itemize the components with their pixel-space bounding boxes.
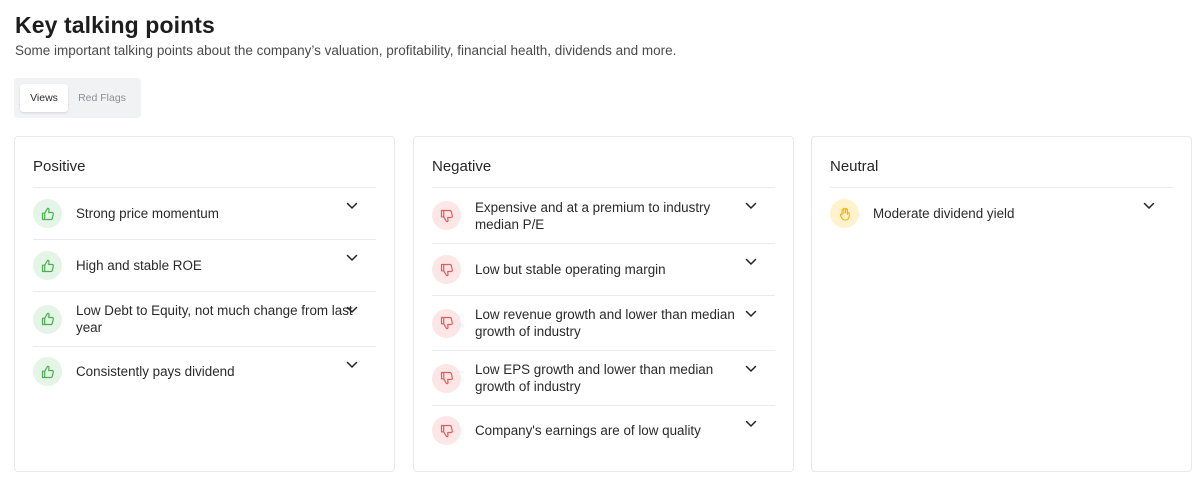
hand-neutral-icon [830,199,859,228]
neutral-card: Neutral Moderate dividend yield [811,136,1192,472]
item-label: Moderate dividend yield [873,206,1015,221]
negative-title: Negative [432,158,492,175]
list-item[interactable]: Low Debt to Equity, not much change from… [33,291,376,346]
chevron-down-icon[interactable] [1143,202,1155,210]
tab-views[interactable]: Views [20,84,68,112]
thumbs-down-icon [432,363,461,393]
thumbs-down-icon [432,201,461,230]
list-item[interactable]: Strong price momentum [33,187,376,239]
chevron-down-icon[interactable] [745,202,757,210]
list-item[interactable]: Expensive and at a premium to industry m… [432,187,775,243]
item-label: Low Debt to Equity, not much change from… [76,303,353,335]
list-item[interactable]: Low revenue growth and lower than median… [432,295,775,350]
item-label: Low revenue growth and lower than median… [475,307,735,339]
neutral-title: Neutral [830,158,879,175]
list-item[interactable]: Company's earnings are of low quality [432,405,775,455]
list-item[interactable]: Low EPS growth and lower than median gro… [432,350,775,405]
item-label: Strong price momentum [76,206,219,221]
chevron-down-icon[interactable] [346,254,358,262]
item-label: Expensive and at a premium to industry m… [475,199,711,232]
thumbs-up-icon [33,251,62,280]
thumbs-up-icon [33,304,62,334]
item-label: Low EPS growth and lower than median gro… [475,362,714,394]
thumbs-down-icon [432,308,461,338]
list-item[interactable]: Moderate dividend yield [830,187,1173,239]
list-item[interactable]: Consistently pays dividend [33,346,376,396]
thumbs-up-icon [33,199,62,228]
chevron-down-icon[interactable] [745,258,757,266]
page-title: Key talking points [15,12,215,38]
item-label: Consistently pays dividend [76,364,235,379]
item-label: Low but stable operating margin [475,262,666,277]
tab-red-flags[interactable]: Red Flags [72,84,132,112]
thumbs-down-icon [432,416,461,445]
chevron-down-icon[interactable] [346,306,358,314]
chevron-down-icon[interactable] [745,365,757,373]
view-tabs: Views Red Flags [14,78,141,118]
chevron-down-icon[interactable] [346,202,358,210]
negative-card: Negative Expensive and at a premium to i… [413,136,794,472]
page-subtitle: Some important talking points about the … [15,43,677,58]
chevron-down-icon[interactable] [745,310,757,318]
item-label: High and stable ROE [76,258,202,273]
list-item[interactable]: Low but stable operating margin [432,243,775,295]
chevron-down-icon[interactable] [745,420,757,428]
thumbs-down-icon [432,255,461,284]
chevron-down-icon[interactable] [346,361,358,369]
positive-title: Positive [33,158,86,175]
list-item[interactable]: High and stable ROE [33,239,376,291]
thumbs-up-icon [33,357,62,386]
item-label: Company's earnings are of low quality [475,423,701,438]
positive-card: Positive Strong price momentum High and … [14,136,395,472]
